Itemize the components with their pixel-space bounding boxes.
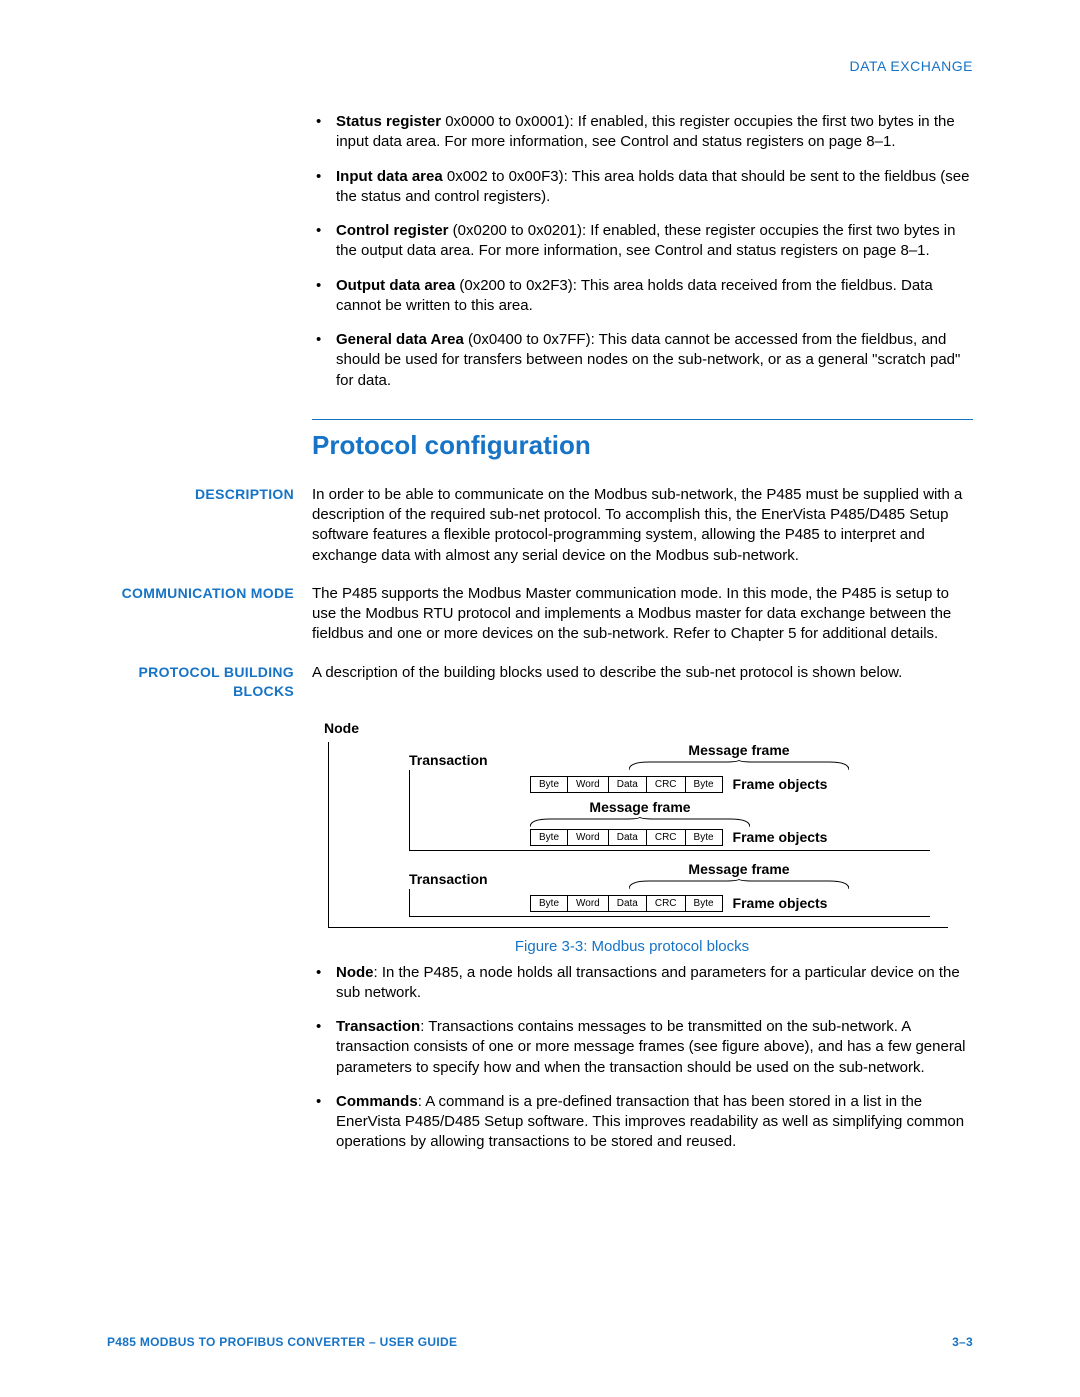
bullet-lead: Commands — [336, 1093, 418, 1110]
section-divider — [312, 419, 973, 420]
cell-data: Data — [608, 829, 646, 845]
bullet-lead: Output data area — [336, 277, 455, 294]
list-item: Transaction: Transactions contains messa… — [312, 1017, 973, 1078]
footer-right: 3–3 — [952, 1335, 973, 1349]
bullet-lead: Control register — [336, 222, 449, 239]
row-communication-mode: COMMUNICATION MODE The P485 supports the… — [107, 584, 973, 645]
diagram-node-box: Transaction Message frame Byte Word Data — [328, 742, 948, 928]
footer-left: P485 MODBUS TO PROFIBUS CONVERTER – USER… — [107, 1335, 457, 1349]
bullet-lead: General data Area — [336, 331, 464, 348]
diagram-frame-cells: Byte Word Data CRC Byte — [530, 895, 723, 912]
cell-byte: Byte — [685, 776, 722, 792]
section-heading-protocol-configuration: Protocol configuration — [312, 430, 973, 461]
bullet-lead: Status register — [336, 113, 441, 130]
diagram-frame-cells: Byte Word Data CRC Byte — [530, 829, 723, 846]
bullet-rest: : A command is a pre-defined transaction… — [336, 1093, 964, 1151]
diagram-message-frame-label: Message frame — [530, 799, 750, 815]
brace-icon — [530, 817, 750, 827]
diagram-transaction-box: Byte Word Data CRC Byte Frame objects Me… — [409, 770, 930, 851]
list-item: Control register (0x0200 to 0x0201): If … — [312, 221, 973, 262]
cell-data: Data — [608, 776, 646, 792]
list-item: Commands: A command is a pre-defined tra… — [312, 1092, 973, 1153]
list-item: Output data area (0x200 to 0x2F3): This … — [312, 276, 973, 317]
running-head: DATA EXCHANGE — [107, 58, 973, 74]
cell-crc: CRC — [646, 895, 685, 911]
cell-crc: CRC — [646, 829, 685, 845]
list-item: Node: In the P485, a node holds all tran… — [312, 963, 973, 1004]
cell-byte: Byte — [531, 829, 568, 845]
page: DATA EXCHANGE Status register 0x0000 to … — [0, 0, 1080, 1397]
cell-byte: Byte — [531, 776, 568, 792]
cell-byte: Byte — [685, 829, 722, 845]
brace-icon — [629, 879, 849, 889]
brace-icon — [629, 760, 849, 770]
row-description: DESCRIPTION In order to be able to commu… — [107, 485, 973, 566]
list-item: General data Area (0x0400 to 0x7FF): Thi… — [312, 330, 973, 391]
bullet-rest: : Transactions contains messages to be t… — [336, 1018, 966, 1076]
page-footer: P485 MODBUS TO PROFIBUS CONVERTER – USER… — [107, 1335, 973, 1349]
diagram-frame-objects-label: Frame objects — [733, 829, 828, 845]
diagram-frame-objects-label: Frame objects — [733, 895, 828, 911]
cell-word: Word — [568, 776, 609, 792]
figure-caption: Figure 3-3: Modbus protocol blocks — [312, 938, 952, 955]
cell-byte: Byte — [531, 895, 568, 911]
list-item: Status register 0x0000 to 0x0001): If en… — [312, 112, 973, 153]
diagram-message-frame-label: Message frame — [629, 861, 849, 877]
side-label-description: DESCRIPTION — [107, 485, 312, 566]
side-label-communication-mode: COMMUNICATION MODE — [107, 584, 312, 645]
modbus-protocol-diagram: Node Transaction Message frame Byte — [312, 720, 973, 928]
cell-crc: CRC — [646, 776, 685, 792]
body-text: A description of the building blocks use… — [312, 663, 973, 702]
list-item: Input data area 0x002 to 0x00F3): This a… — [312, 167, 973, 208]
diagram-frame-objects-label: Frame objects — [733, 776, 828, 792]
side-label-protocol-building-blocks: PROTOCOL BUILDING BLOCKS — [107, 663, 312, 702]
body-text: The P485 supports the Modbus Master comm… — [312, 584, 973, 645]
diagram-transaction-label: Transaction — [409, 871, 629, 887]
diagram-frame-row: Byte Word Data CRC Byte Frame objects — [530, 776, 930, 793]
cell-word: Word — [568, 895, 609, 911]
diagram-frame-row: Byte Word Data CRC Byte Frame objects — [530, 829, 930, 846]
bullet-lead: Transaction — [336, 1018, 420, 1035]
diagram-frame-row: Byte Word Data CRC Byte Frame objects — [530, 895, 930, 912]
bullet-rest: : In the P485, a node holds all transact… — [336, 964, 960, 1001]
cell-byte: Byte — [685, 895, 722, 911]
diagram-transaction-label: Transaction — [409, 752, 629, 768]
intro-bullet-list: Status register 0x0000 to 0x0001): If en… — [312, 112, 973, 391]
body-text: In order to be able to communicate on th… — [312, 485, 973, 566]
diagram-transaction-box: Byte Word Data CRC Byte Frame objects — [409, 889, 930, 917]
diagram-message-frame-label: Message frame — [629, 742, 849, 758]
definition-bullet-list: Node: In the P485, a node holds all tran… — [312, 963, 973, 1153]
bullet-lead: Node — [336, 964, 374, 981]
row-protocol-building-blocks: PROTOCOL BUILDING BLOCKS A description o… — [107, 663, 973, 702]
cell-word: Word — [568, 829, 609, 845]
diagram-frame-cells: Byte Word Data CRC Byte — [530, 776, 723, 793]
diagram-node-label: Node — [324, 720, 973, 736]
bullet-lead: Input data area — [336, 168, 443, 185]
cell-data: Data — [608, 895, 646, 911]
